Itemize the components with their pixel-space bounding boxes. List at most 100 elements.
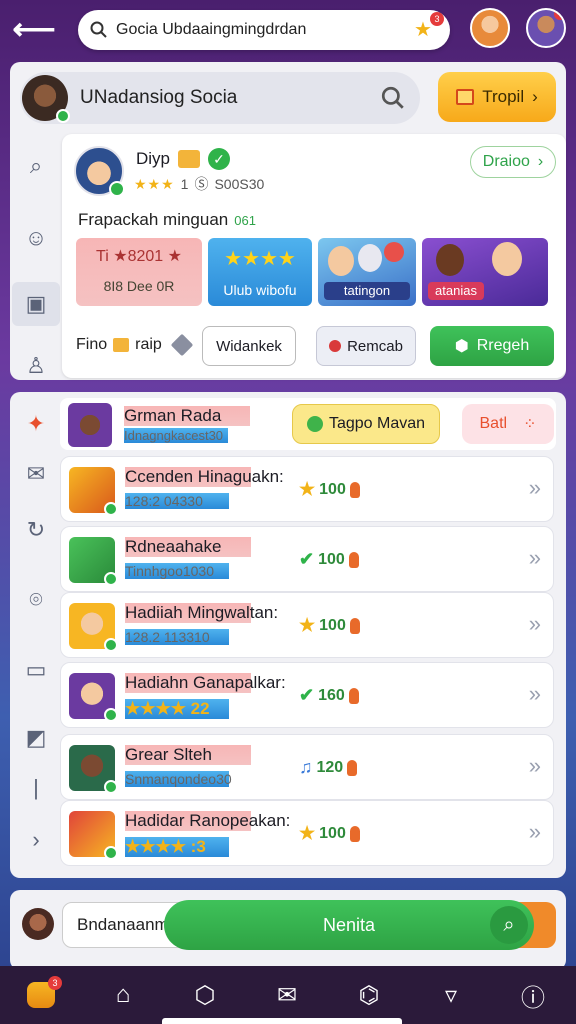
bat-button[interactable]: Batl ⁘ (462, 404, 554, 444)
coin-icon: Ⓢ (194, 176, 209, 192)
chat-icon[interactable]: ▭ (22, 656, 50, 684)
gift-icon (456, 89, 475, 105)
chevron-right-icon[interactable]: » (529, 819, 541, 845)
list-item[interactable]: Hadiiah Mingwaltan: 128.2 113310 ★ 100 » (60, 592, 554, 658)
profile-link-button[interactable]: Draioo › (470, 146, 556, 178)
pin-icon[interactable]: ✦ (22, 410, 50, 438)
user-icon[interactable]: ☺ (22, 224, 50, 252)
verified-icon (104, 846, 118, 860)
section-title: Frapackah minguan 061 (78, 210, 256, 230)
link-label: Draioo (482, 153, 530, 170)
reward-tiles: Ti ★8201 ★ 8I8 Dee 0R ★★★★ Ulub wibofu t… (76, 238, 550, 308)
list-item[interactable]: Rdneaahake Tinnhgoo1030 ✔ 100 » (60, 526, 554, 592)
chevron-right-icon[interactable]: » (529, 611, 541, 637)
list-item-stars: ★★★★ 22 (125, 699, 229, 719)
profile-rating: ★★★ 1 Ⓢ S00S30 (134, 174, 264, 194)
leaf-icon (306, 416, 323, 432)
avatar[interactable] (470, 8, 510, 48)
location-icon[interactable]: ⌾ (22, 586, 50, 614)
points-value: 160 (318, 686, 345, 704)
avatar (22, 908, 54, 940)
gift-icon (178, 150, 201, 168)
nav-inbox[interactable]: ▿ (410, 966, 492, 1024)
tag-label: Tagpo Mavan (328, 415, 426, 432)
grid-icon: ⁘ (523, 416, 537, 433)
mail-icon[interactable]: ✉ (22, 460, 50, 488)
back-arrow-icon[interactable]: ⟵ (13, 12, 56, 46)
nav-briefcase[interactable]: ⌬ (328, 966, 410, 1024)
bottom-search-label: Nenita (322, 914, 376, 935)
chevron-right-icon[interactable]: » (529, 475, 541, 501)
nav-help[interactable]: ⓘ (492, 966, 574, 1024)
action-row: Fino raip Widankek Remcab ⬢ Rregeh (76, 326, 556, 368)
rating-text: 1 (180, 176, 189, 192)
list-item-title: Hadidar Ranopeakan: (125, 811, 291, 831)
star-notification-icon[interactable]: ★ 3 (414, 12, 444, 42)
layout-icon[interactable]: ▣ (12, 282, 60, 326)
nav-home[interactable]: ⌂ (82, 966, 164, 1024)
check-icon: ✔ (299, 549, 315, 569)
list-item[interactable]: Hadiahn Ganapalkar: ★★★★ 22 ✔ 160 » (60, 662, 554, 728)
action-label-text: Fino (76, 336, 108, 353)
reward-thumbnail (69, 811, 118, 860)
reward-tile[interactable]: Ti ★8201 ★ 8I8 Dee 0R (76, 238, 202, 306)
tropi-label: Tropil (482, 87, 525, 106)
refresh-icon[interactable]: ↻ (22, 516, 50, 544)
nav-shop[interactable]: 3 (0, 966, 82, 1024)
nav-box[interactable]: ⬡ (164, 966, 246, 1024)
list-item-subtitle: Snmanqondeo30 (125, 771, 232, 787)
list-item[interactable]: Grear Slteh Snmanqondeo30 ♫ 120 » (60, 734, 554, 800)
profile-icon[interactable]: ♙ (22, 352, 50, 380)
divider-icon: | (33, 775, 39, 800)
flame-icon (348, 687, 359, 704)
avatar-profile[interactable] (526, 8, 566, 48)
list-item-subtitle: 128:2 04330 (125, 493, 229, 509)
star-badge: 3 (430, 12, 444, 26)
chevron-right-icon[interactable]: › (22, 826, 50, 854)
list-item[interactable]: Ccenden Hinaguakn: 128:2 04330 ★ 100 » (60, 456, 554, 522)
bottom-search-button[interactable]: Nenita ⌕ (164, 900, 534, 950)
image-icon[interactable]: ◩ (22, 724, 50, 752)
tile-top: ★★★★ (224, 248, 296, 270)
reward-tile[interactable]: ★★★★ Ulub wibofu (208, 238, 312, 306)
points-value: 120 (316, 758, 344, 776)
remove-button[interactable]: Remcab (316, 326, 416, 366)
box-icon: ⬡ (194, 981, 216, 1009)
chevron-right-icon[interactable]: » (529, 753, 541, 779)
chevron-right-icon: › (537, 153, 544, 170)
search-icon[interactable]: ⌕ (22, 152, 50, 180)
user-search-bar[interactable]: UNadansiog Socia (20, 72, 420, 124)
nav-mail[interactable]: ✉ (246, 966, 328, 1024)
flame-icon (347, 759, 358, 776)
score-text: S00S30 (214, 176, 265, 192)
nav-badge: 3 (48, 976, 62, 990)
chevron-right-icon[interactable]: » (529, 681, 541, 707)
tag-button[interactable]: Tagpo Mavan (292, 404, 440, 444)
list-item[interactable]: Hadidar Ranopeakan: ★★★★ :3 ★ 100 » (60, 800, 554, 866)
points-value: 100 (319, 480, 346, 498)
profile-avatar (74, 146, 125, 197)
note-icon: ♫ (299, 757, 313, 777)
register-button[interactable]: ⬢ Rregeh (430, 326, 554, 366)
chevron-right-icon[interactable]: » (529, 545, 541, 571)
points-badge: ✔ 160 (299, 685, 359, 706)
reward-thumbnail (69, 673, 118, 722)
reward-tile[interactable]: atanias (422, 238, 548, 306)
username-text: Diyp (136, 149, 171, 168)
notification-dot (554, 10, 564, 20)
character-illustration (492, 242, 522, 276)
search-icon[interactable] (380, 85, 406, 111)
tropi-button[interactable]: Tropil › (438, 72, 556, 122)
points-badge: ★ 100 (299, 615, 360, 636)
section-title-text: Frapackah minguan (78, 210, 229, 229)
gift-icon: ⬢ (454, 338, 469, 355)
list-item-subtitle: Tinnhgoo1030 (125, 563, 229, 579)
chevron-right-icon: › (532, 87, 538, 106)
reward-tile[interactable]: tatingon (318, 238, 416, 306)
section-count: 061 (234, 213, 256, 228)
search-icon (90, 21, 107, 38)
top-search-input[interactable]: Gocia Ubdaaingmingdrdan ★ 3 (78, 10, 450, 50)
header-subtitle: Idnagngkacest30 (124, 428, 228, 443)
withdraw-button[interactable]: Widankek (202, 326, 296, 366)
verified-icon (104, 708, 118, 722)
